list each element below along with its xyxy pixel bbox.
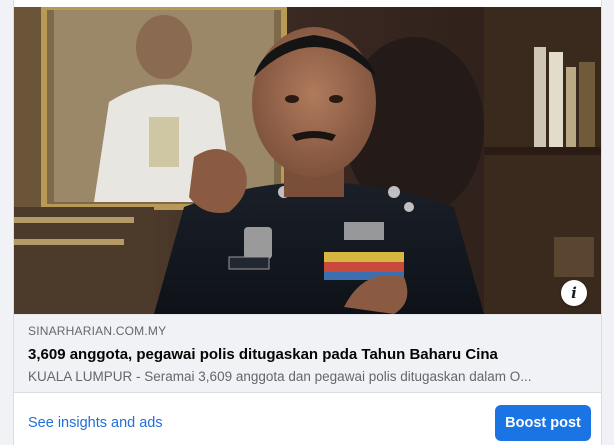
link-preview-meta[interactable]: SINARHARIAN.COM.MY 3,609 anggota, pegawa…: [14, 314, 601, 392]
link-domain: SINARHARIAN.COM.MY: [28, 324, 167, 338]
link-headline: 3,609 anggota, pegawai polis ditugaskan …: [28, 346, 498, 363]
post-card: i SINARHARIAN.COM.MY 3,609 anggota, pega…: [13, 0, 602, 445]
info-button[interactable]: i: [561, 280, 587, 306]
link-preview-image[interactable]: i: [14, 7, 601, 314]
see-insights-link[interactable]: See insights and ads: [28, 414, 163, 432]
post-footer: See insights and ads Boost post: [14, 392, 601, 445]
info-icon: i: [571, 283, 577, 302]
boost-post-button[interactable]: Boost post: [495, 405, 591, 441]
link-description: KUALA LUMPUR - Seramai 3,609 anggota dan…: [28, 369, 532, 384]
